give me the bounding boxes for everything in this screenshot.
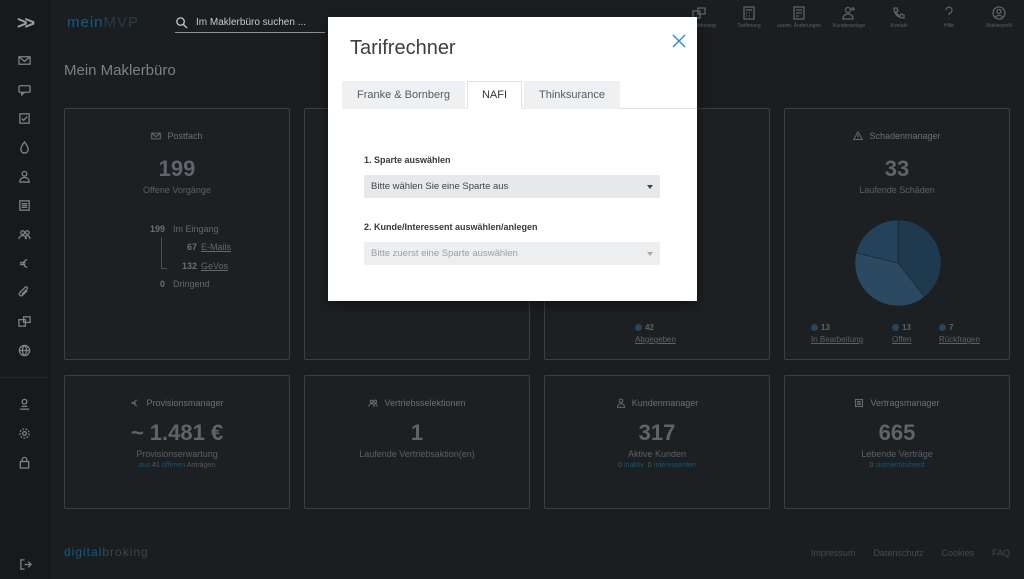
tab-nafi[interactable]: NAFI	[466, 81, 522, 109]
close-button[interactable]	[671, 33, 687, 49]
chevron-down-icon	[647, 184, 653, 189]
sparte-select[interactable]: Bitte wählen Sie eine Sparte aus	[364, 175, 660, 198]
close-icon	[672, 34, 686, 48]
kunde-label: 2. Kunde/Interessent auswählen/anlegen	[364, 222, 538, 232]
select-value: Bitte wählen Sie eine Sparte aus	[371, 181, 509, 192]
tab-thinksurance[interactable]: Thinksurance	[524, 81, 621, 109]
tab-bar: Franke & Bornberg NAFI Thinksurance	[342, 81, 697, 109]
chevron-down-icon	[647, 251, 653, 256]
tab-franke-bornberg[interactable]: Franke & Bornberg	[342, 81, 465, 109]
kunde-select: Bitte zuerst eine Sparte auswählen	[364, 242, 660, 265]
dialog-title: Tarifrechner	[350, 37, 456, 59]
sparte-label: 1. Sparte auswählen	[364, 155, 451, 165]
tarifrechner-dialog: Tarifrechner Franke & Bornberg NAFI Thin…	[328, 17, 697, 301]
select-value: Bitte zuerst eine Sparte auswählen	[371, 248, 518, 259]
